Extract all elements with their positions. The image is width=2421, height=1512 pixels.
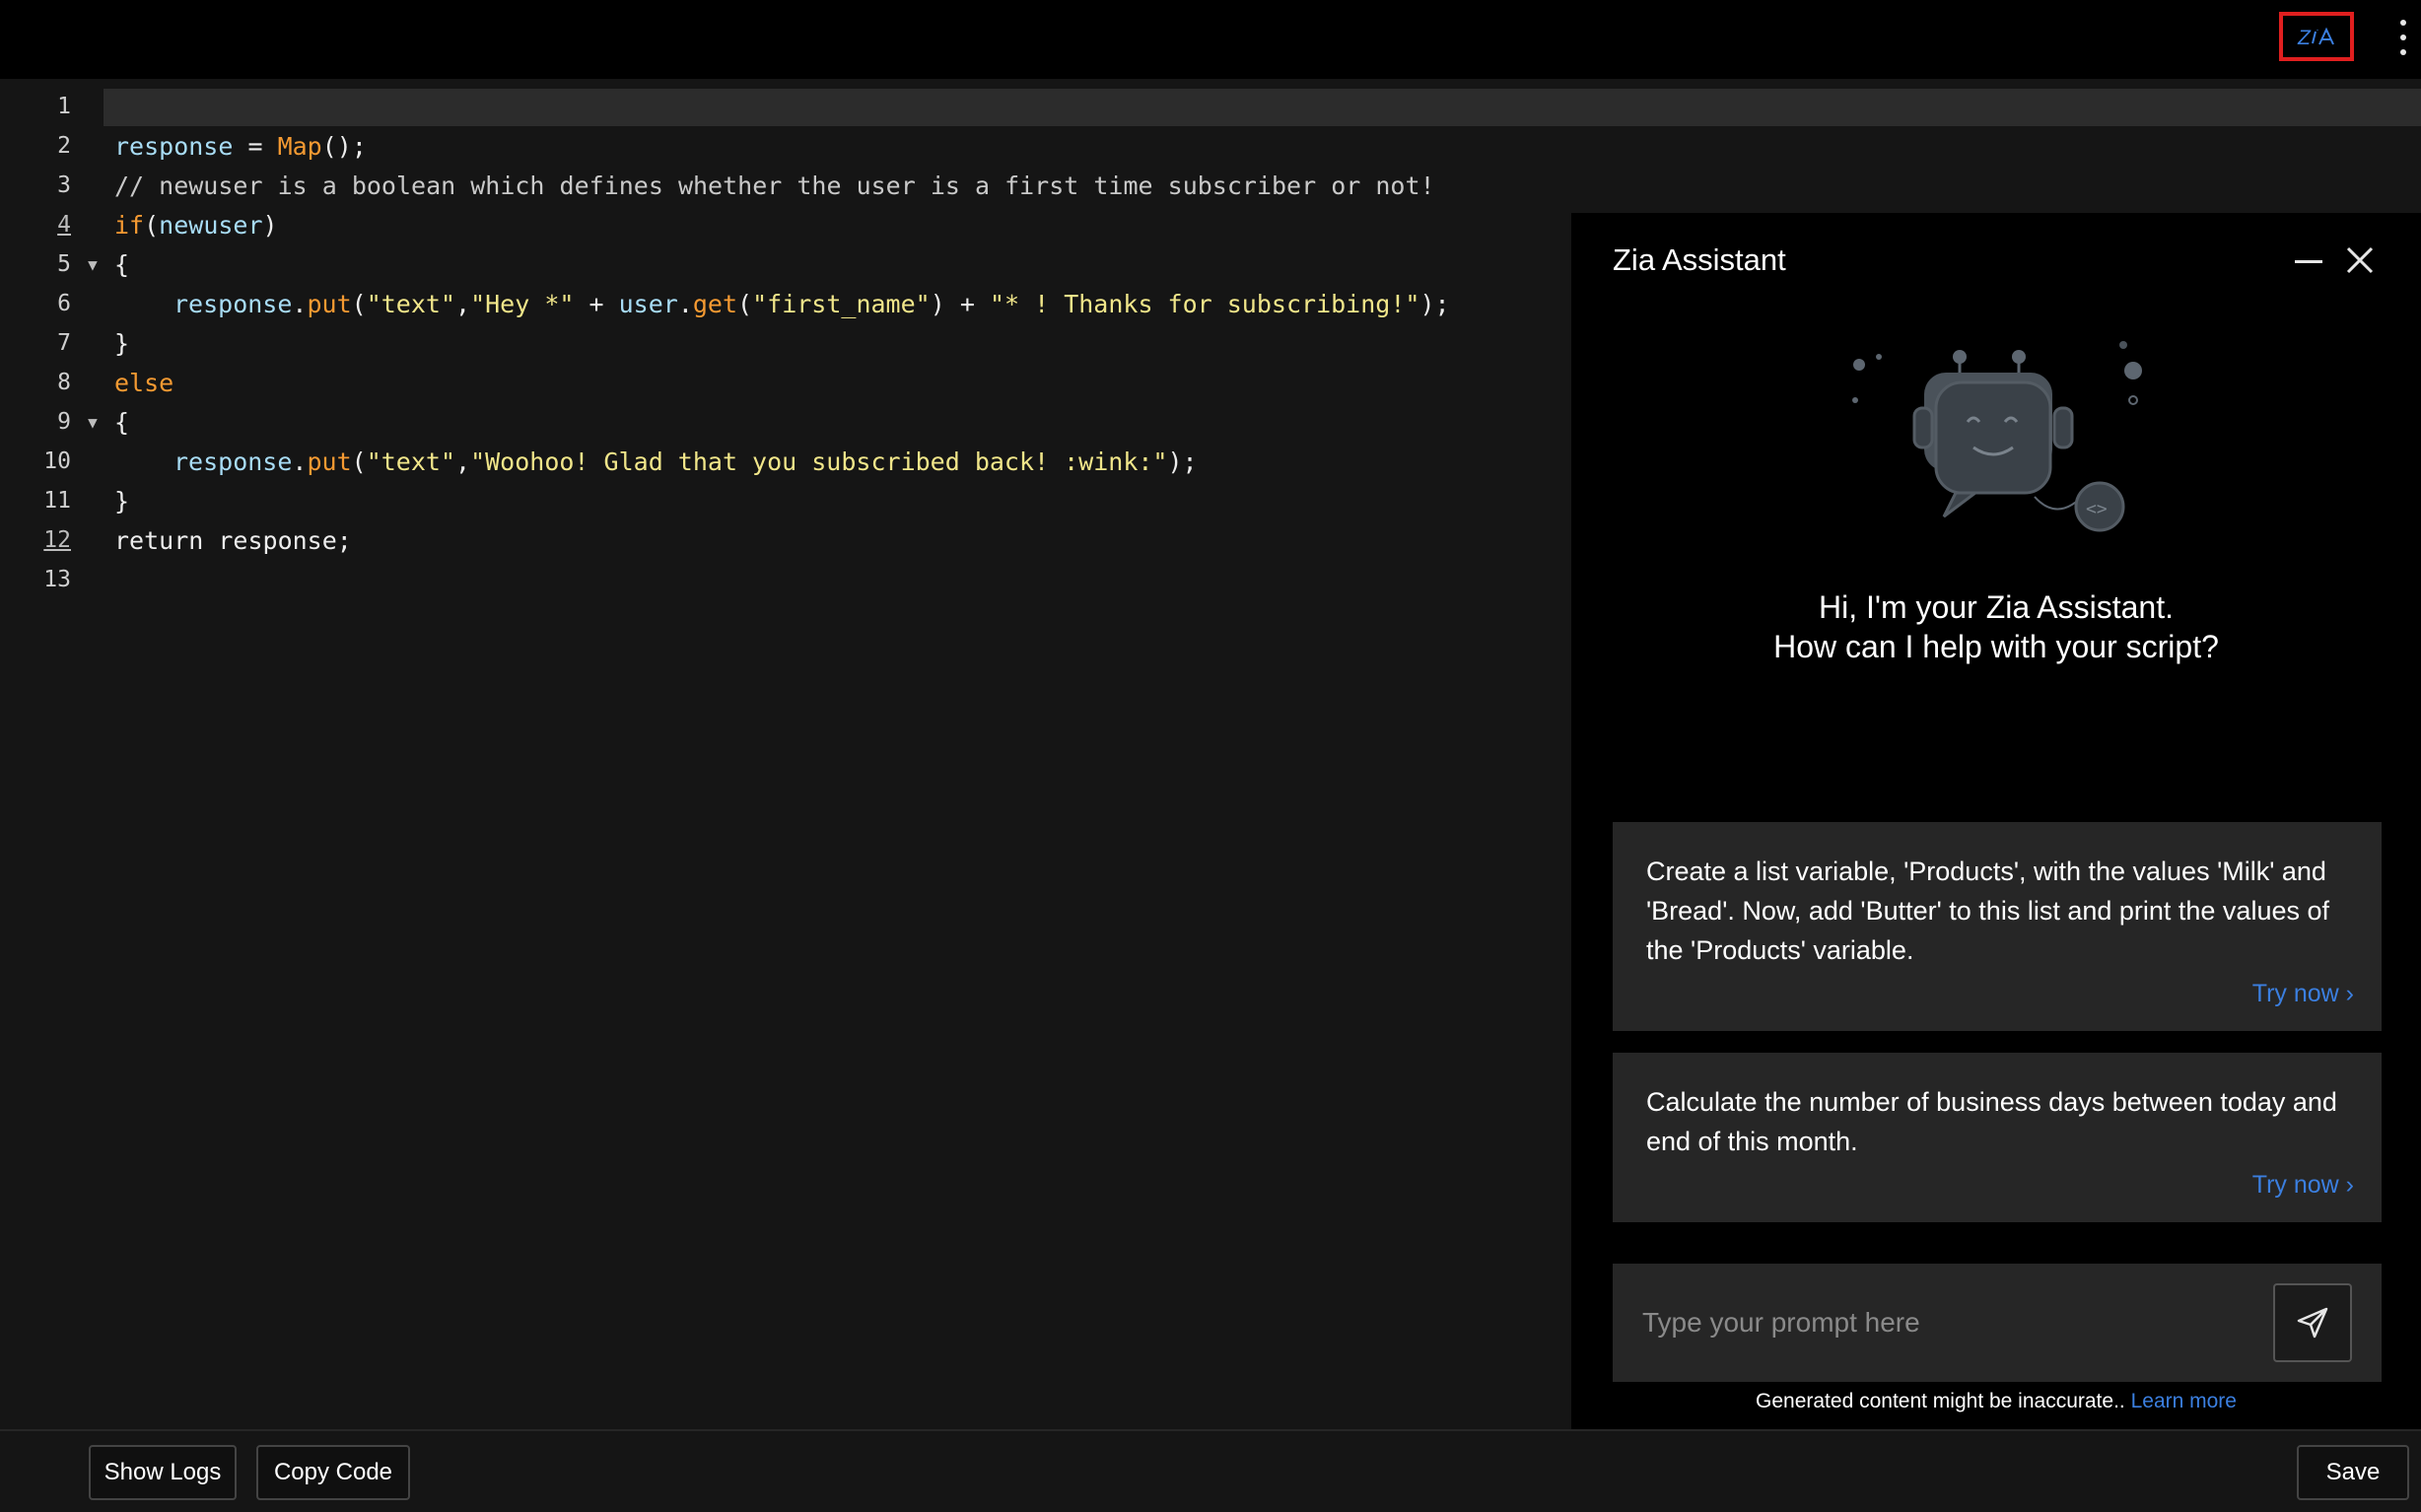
line-number: 1 [57,94,71,119]
panel-title: Zia Assistant [1613,242,1786,277]
learn-more-link[interactable]: Learn more [2131,1390,2237,1412]
line-number: 4 [57,212,71,238]
top-toolbar: Z [0,0,2421,79]
copy-code-button[interactable]: Copy Code [256,1445,410,1500]
prompt-input[interactable] [1613,1264,2263,1382]
code-line[interactable]: 4 if(newuser) [0,205,1567,244]
disclaimer-label: Generated content might be inaccurate.. [1756,1390,2125,1412]
line-number: 8 [57,370,71,395]
suggestion-card[interactable]: Create a list variable, 'Products', with… [1613,822,2382,1031]
line-number: 12 [43,527,71,553]
chevron-right-icon: › [2345,1171,2354,1199]
suggestion-card[interactable]: Calculate the number of business days be… [1613,1053,2382,1222]
svg-text:<>: <> [2086,499,2108,519]
code-comment: // newuser is a boolean which defines wh… [114,171,1435,200]
code-line[interactable]: 9 ▼ { [0,402,1567,442]
code-line[interactable]: 7 } [0,323,1567,363]
greeting-line: Hi, I'm your Zia Assistant. [1819,589,2174,625]
greeting: Hi, I'm your Zia Assistant. How can I he… [1571,587,2421,666]
greeting-line: How can I help with your script? [1773,629,2219,664]
send-button[interactable] [2273,1283,2352,1362]
zia-assistant-panel: Zia Assistant <> Hi, I'm your Zia Assist… [1571,213,2421,1429]
disclaimer-text: Generated content might be inaccurate.. … [1571,1390,2421,1413]
try-now-link[interactable]: Try now › [2252,1165,2354,1204]
svg-text:Z: Z [2297,27,2312,49]
fold-toggle-icon[interactable]: ▼ [71,255,114,274]
minimize-icon[interactable] [2295,260,2322,263]
robot-illustration-icon: <> [1837,331,2153,548]
line-number: 9 [57,409,71,435]
line-number: 13 [43,567,71,592]
save-button[interactable]: Save [2297,1445,2409,1500]
line-number: 7 [57,330,71,356]
code-line[interactable]: 3 // newuser is a boolean which defines … [0,166,1567,205]
code-line[interactable]: 6 response.put("text","Hey *" + user.get… [0,284,1567,323]
suggestion-text: Calculate the number of business days be… [1646,1087,2337,1156]
code-line[interactable]: 13 [0,560,1567,599]
code-line[interactable]: 8 else [0,363,1567,402]
code-line[interactable]: 5 ▼ { [0,244,1567,284]
line-number: 10 [43,448,71,474]
zia-logo-icon[interactable]: Z [2279,12,2354,61]
line-number: 2 [57,133,71,159]
fold-toggle-icon[interactable]: ▼ [71,413,114,432]
close-icon[interactable] [2342,242,2378,278]
send-icon [2297,1307,2328,1339]
suggestion-text: Create a list variable, 'Products', with… [1646,857,2329,965]
line-number: 3 [57,172,71,198]
show-logs-button[interactable]: Show Logs [89,1445,237,1500]
code-line[interactable]: 10 response.put("text","Woohoo! Glad tha… [0,442,1567,481]
try-now-link[interactable]: Try now › [2252,974,2354,1013]
more-options-icon[interactable] [2391,14,2415,61]
code-line[interactable]: 1 [0,87,1567,126]
code-line[interactable]: 12 return response; [0,520,1567,560]
line-number: 6 [57,291,71,316]
line-number: 11 [43,488,71,514]
code-line[interactable]: 11 } [0,481,1567,520]
code-line[interactable]: 2 response = Map(); [0,126,1567,166]
bottom-toolbar: Show Logs Copy Code Save [0,1429,2421,1512]
chevron-right-icon: › [2345,980,2354,1007]
line-number: 5 [57,251,71,277]
prompt-box [1613,1264,2382,1382]
